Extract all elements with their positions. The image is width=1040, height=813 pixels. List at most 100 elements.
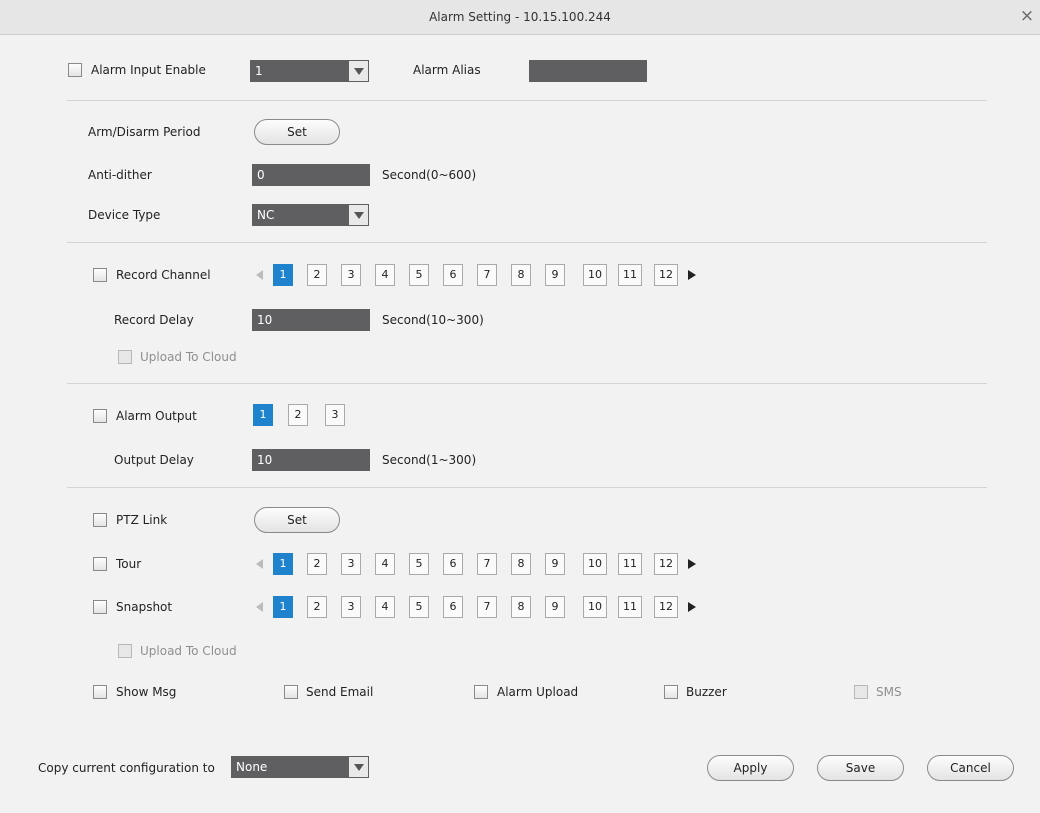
alarm-input-channel-value: 1 — [255, 64, 263, 78]
tour-channel-4[interactable]: 4 — [375, 553, 395, 575]
alarm-alias-label: Alarm Alias — [413, 63, 481, 77]
title-bar: Alarm Setting - 10.15.100.244 × — [0, 0, 1040, 35]
window-title: Alarm Setting - 10.15.100.244 — [429, 10, 611, 24]
send-email-checkbox[interactable] — [284, 685, 298, 699]
tour-channel-1[interactable]: 1 — [273, 553, 293, 575]
alarm-output-label: Alarm Output — [116, 409, 197, 423]
ptz-link-set-button[interactable]: Set — [254, 507, 340, 533]
section-divider — [67, 242, 987, 243]
record-delay-input[interactable]: 10 — [252, 309, 370, 331]
sms-label: SMS — [876, 685, 902, 699]
alarm-output-checkbox[interactable] — [93, 409, 107, 423]
snapshot-upload-cloud-checkbox[interactable] — [118, 644, 132, 658]
buzzer-checkbox[interactable] — [664, 685, 678, 699]
record-delay-unit: Second(10~300) — [382, 313, 484, 327]
record-channel-6[interactable]: 6 — [443, 264, 463, 286]
snapshot-channel-8[interactable]: 8 — [511, 596, 531, 618]
anti-dither-input[interactable]: 0 — [252, 164, 370, 186]
alarm-output-1[interactable]: 1 — [253, 404, 273, 426]
save-button[interactable]: Save — [817, 755, 904, 781]
next-arrow-icon[interactable] — [688, 270, 696, 280]
buzzer-label: Buzzer — [686, 685, 727, 699]
output-delay-unit: Second(1~300) — [382, 453, 477, 467]
alarm-output-2[interactable]: 2 — [288, 404, 308, 426]
record-channel-9[interactable]: 9 — [545, 264, 565, 286]
copy-config-label: Copy current configuration to — [38, 761, 215, 775]
alarm-input-enable-checkbox[interactable] — [68, 63, 82, 77]
chevron-down-icon[interactable] — [348, 756, 369, 778]
copy-config-select[interactable]: None — [231, 756, 369, 778]
show-msg-label: Show Msg — [116, 685, 177, 699]
tour-channel-8[interactable]: 8 — [511, 553, 531, 575]
device-type-label: Device Type — [88, 208, 161, 222]
chevron-down-icon[interactable] — [348, 60, 369, 82]
prev-arrow-icon[interactable] — [256, 602, 263, 612]
snapshot-channel-9[interactable]: 9 — [545, 596, 565, 618]
cancel-button[interactable]: Cancel — [927, 755, 1014, 781]
record-delay-label: Record Delay — [114, 313, 194, 327]
snapshot-channel-5[interactable]: 5 — [409, 596, 429, 618]
anti-dither-unit: Second(0~600) — [382, 168, 477, 182]
snapshot-channel-3[interactable]: 3 — [341, 596, 361, 618]
tour-channel-9[interactable]: 9 — [545, 553, 565, 575]
tour-channel-7[interactable]: 7 — [477, 553, 497, 575]
show-msg-checkbox[interactable] — [93, 685, 107, 699]
ptz-link-label: PTZ Link — [116, 513, 168, 527]
record-channel-12[interactable]: 12 — [654, 264, 678, 286]
arm-disarm-label: Arm/Disarm Period — [88, 125, 201, 139]
snapshot-label: Snapshot — [116, 600, 173, 614]
send-email-label: Send Email — [306, 685, 374, 699]
alarm-output-3[interactable]: 3 — [325, 404, 345, 426]
alarm-alias-input[interactable] — [529, 60, 647, 82]
output-delay-label: Output Delay — [114, 453, 194, 467]
snapshot-channel-1[interactable]: 1 — [273, 596, 293, 618]
arm-disarm-set-button[interactable]: Set — [254, 119, 340, 145]
snapshot-channel-10[interactable]: 10 — [583, 596, 607, 618]
snapshot-checkbox[interactable] — [93, 600, 107, 614]
record-upload-cloud-checkbox[interactable] — [118, 350, 132, 364]
record-channel-2[interactable]: 2 — [307, 264, 327, 286]
apply-button[interactable]: Apply — [707, 755, 794, 781]
record-channel-8[interactable]: 8 — [511, 264, 531, 286]
prev-arrow-icon[interactable] — [256, 559, 263, 569]
record-channel-3[interactable]: 3 — [341, 264, 361, 286]
chevron-down-icon[interactable] — [348, 204, 369, 226]
snapshot-channel-7[interactable]: 7 — [477, 596, 497, 618]
record-channel-label: Record Channel — [116, 268, 211, 282]
snapshot-channel-12[interactable]: 12 — [654, 596, 678, 618]
close-icon[interactable]: × — [1017, 7, 1037, 27]
tour-channel-11[interactable]: 11 — [618, 553, 642, 575]
tour-channel-2[interactable]: 2 — [307, 553, 327, 575]
snapshot-channel-4[interactable]: 4 — [375, 596, 395, 618]
snapshot-channel-2[interactable]: 2 — [307, 596, 327, 618]
ptz-link-checkbox[interactable] — [93, 513, 107, 527]
record-channel-4[interactable]: 4 — [375, 264, 395, 286]
anti-dither-label: Anti-dither — [88, 168, 152, 182]
record-channel-5[interactable]: 5 — [409, 264, 429, 286]
tour-channel-6[interactable]: 6 — [443, 553, 463, 575]
device-type-select[interactable]: NC — [252, 204, 369, 226]
record-channel-11[interactable]: 11 — [618, 264, 642, 286]
prev-arrow-icon[interactable] — [256, 270, 263, 280]
tour-checkbox[interactable] — [93, 557, 107, 571]
tour-channel-5[interactable]: 5 — [409, 553, 429, 575]
record-channel-1[interactable]: 1 — [273, 264, 293, 286]
record-channel-checkbox[interactable] — [93, 268, 107, 282]
next-arrow-icon[interactable] — [688, 559, 696, 569]
tour-channel-12[interactable]: 12 — [654, 553, 678, 575]
alarm-input-channel-select[interactable]: 1 — [250, 60, 369, 82]
alarm-upload-label: Alarm Upload — [497, 685, 579, 699]
section-divider — [67, 487, 987, 488]
output-delay-input[interactable]: 10 — [252, 449, 370, 471]
device-type-value: NC — [257, 208, 275, 222]
tour-channel-10[interactable]: 10 — [583, 553, 607, 575]
snapshot-channel-11[interactable]: 11 — [618, 596, 642, 618]
next-arrow-icon[interactable] — [688, 602, 696, 612]
tour-channel-3[interactable]: 3 — [341, 553, 361, 575]
record-channel-10[interactable]: 10 — [583, 264, 607, 286]
alarm-upload-checkbox[interactable] — [474, 685, 488, 699]
record-upload-cloud-label: Upload To Cloud — [140, 350, 237, 364]
record-channel-7[interactable]: 7 — [477, 264, 497, 286]
snapshot-channel-6[interactable]: 6 — [443, 596, 463, 618]
sms-checkbox[interactable] — [854, 685, 868, 699]
